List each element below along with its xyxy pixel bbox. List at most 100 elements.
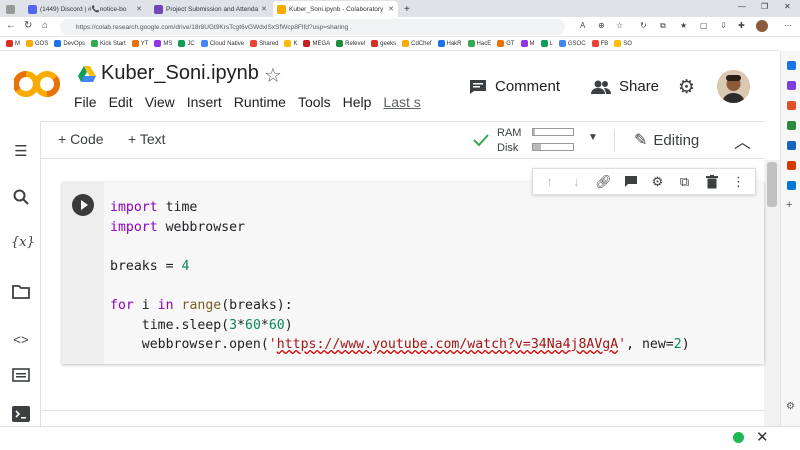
colab-logo-icon[interactable] [14,68,60,100]
search-icon[interactable] [787,61,796,70]
home-icon[interactable]: ⌂ [42,20,48,31]
tab-colab[interactable]: Kuber_Soni.ipynb - Colaboratory ✕ [273,1,398,17]
comment-button[interactable]: Comment [469,78,560,95]
tab-project-submission[interactable]: Project Submission and Attenda ✕ [150,1,270,17]
minimize-icon[interactable]: — [738,2,746,11]
favorites-icon[interactable]: ★ [680,21,687,30]
code-snippets-icon[interactable]: <> [11,332,31,352]
share-button[interactable]: Share [591,78,659,95]
url-input[interactable]: https://colab.research.google.com/drive/… [60,19,565,35]
tab-discord[interactable]: (1449) Discord | #📞notice-bo ✕ [24,1,146,17]
variables-icon[interactable]: {x} [11,235,35,255]
editing-mode-button[interactable]: ✎ Editing [634,130,699,150]
bookmark-item[interactable]: MEGA [303,40,330,47]
notebook-title[interactable]: Kuber_Soni.ipynb [101,62,259,85]
bookmark-item[interactable]: HakR [437,40,462,47]
add-icon[interactable]: + [786,199,792,211]
shopping-icon[interactable] [787,101,796,110]
bookmark-item[interactable]: M [6,40,20,47]
read-aloud-icon[interactable]: A [580,21,585,30]
user-avatar[interactable] [717,70,750,103]
close-icon[interactable]: ✕ [388,5,394,13]
collections-icon[interactable]: ▢ [700,21,708,30]
back-icon[interactable]: ← [6,20,16,31]
office-icon[interactable] [787,161,796,170]
bookmark-item[interactable]: GT [497,40,515,47]
bookmark-item[interactable]: M [520,40,535,47]
code-cell[interactable]: import time import webbrowser breaks = 4 … [62,182,764,364]
bookmark-item[interactable]: CdChef [402,40,432,47]
favorite-icon[interactable]: ☆ [616,21,623,30]
menu-file[interactable]: File [74,94,97,110]
games-icon[interactable] [787,141,796,150]
connected-status-dot[interactable] [733,432,744,443]
tools-icon[interactable] [787,121,796,130]
settings-gear-icon[interactable]: ⚙ [678,76,695,99]
gear-icon[interactable]: ⚙ [649,173,667,191]
google-drive-icon[interactable] [78,66,96,82]
search-icon[interactable] [11,189,31,209]
comment-icon[interactable] [622,173,640,191]
close-icon[interactable]: ✕ [756,428,769,446]
more-icon[interactable]: ⋯ [784,21,792,30]
zoom-icon[interactable]: ⊕ [598,21,605,30]
run-cell-button[interactable] [72,194,94,216]
bookmark-item[interactable]: MS [154,40,172,47]
chevron-up-icon[interactable]: ︿ [734,128,751,153]
copilot-icon[interactable] [787,81,796,90]
menu-tools[interactable]: Tools [298,94,331,110]
extension-icon[interactable]: ⧉ [660,21,666,31]
bookmark-item[interactable]: FB [591,40,608,47]
link-icon[interactable]: 🔗︎ [595,173,613,191]
settings-icon[interactable]: ⚙ [786,401,795,412]
close-icon[interactable]: ✕ [136,5,142,13]
resources-button[interactable]: RAM Disk [497,126,521,156]
menu-view[interactable]: View [145,94,175,110]
bookmark-item[interactable]: GOS [26,40,48,47]
move-up-icon[interactable]: ↑ [541,173,559,191]
more-vert-icon[interactable]: ⋮ [730,173,748,191]
add-text-button[interactable]: + Text [128,131,166,147]
window-close-icon[interactable]: ✕ [784,2,791,11]
bookmark-item[interactable]: Kick Start [91,40,126,47]
menu-help[interactable]: Help [343,94,372,110]
bookmark-item[interactable]: Cloud Native [200,40,244,47]
vertical-scrollbar[interactable] [764,160,780,426]
bookmark-item[interactable]: K [284,40,297,47]
table-of-contents-icon[interactable]: ☰ [11,142,31,162]
menu-runtime[interactable]: Runtime [234,94,286,110]
maximize-icon[interactable]: ❐ [761,2,768,11]
bookmark-item[interactable]: geeks [371,40,396,47]
outlook-icon[interactable] [787,181,796,190]
mirror-cell-icon[interactable]: ⧉ [676,173,694,191]
last-saved-link[interactable]: Last s [383,94,420,110]
bookmark-item[interactable]: YT [131,40,148,47]
dropdown-caret-icon[interactable]: ▼ [588,132,598,143]
extensions-icon[interactable]: ✚ [738,21,745,30]
trash-icon[interactable] [703,173,721,191]
profile-avatar[interactable] [756,20,768,32]
downloads-icon[interactable]: ⇩ [720,21,727,30]
folder-icon[interactable] [11,285,31,305]
move-down-icon[interactable]: ↓ [568,173,586,191]
code-editor[interactable]: import time import webbrowser breaks = 4 … [110,198,690,355]
refresh-ext-icon[interactable]: ↻ [640,21,647,30]
bookmark-item[interactable]: JC [178,40,195,47]
menu-insert[interactable]: Insert [187,94,222,110]
tab-actions[interactable] [2,1,20,17]
close-icon[interactable]: ✕ [261,5,267,13]
bookmark-item[interactable]: GSOC [558,40,586,47]
bookmark-item[interactable]: SO [614,40,632,47]
star-icon[interactable]: ☆ [264,63,282,88]
refresh-icon[interactable]: ↻ [24,20,32,31]
bookmark-item[interactable]: Relevel [336,40,365,47]
command-palette-icon[interactable] [11,368,31,388]
bookmark-item[interactable]: DevOps [54,40,85,47]
bookmark-item[interactable]: Shared [250,40,278,47]
bookmark-item[interactable]: HacE [467,40,491,47]
menu-edit[interactable]: Edit [109,94,133,110]
new-tab-button[interactable]: + [400,1,414,17]
bookmark-item[interactable]: L [540,40,553,47]
add-code-button[interactable]: + Code [58,131,104,147]
terminal-icon[interactable] [11,406,31,426]
